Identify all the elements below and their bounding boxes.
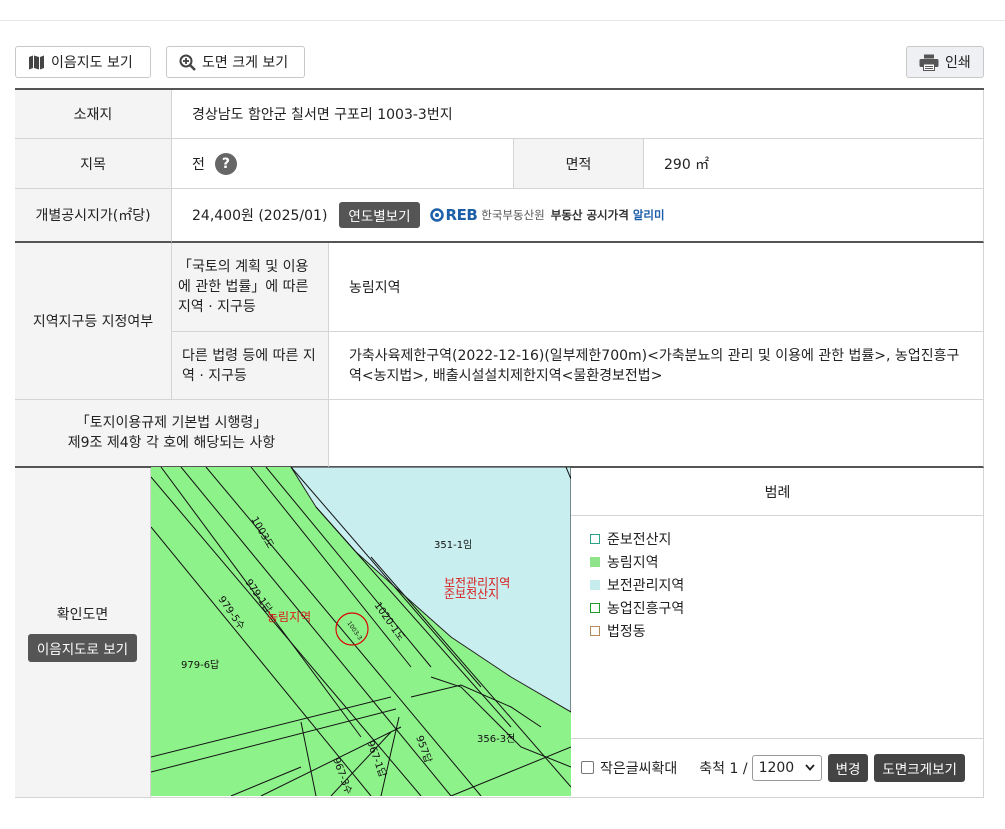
- legend-swatch: [590, 579, 600, 590]
- regulation-header: 「토지이용규제 기본법 시행령」 제9조 제4항 각 호에 해당되는 사항: [15, 400, 328, 468]
- print-label: 인쇄: [945, 55, 971, 71]
- landcat-header-text: 지목: [80, 156, 106, 173]
- legend-swatch: [590, 625, 600, 636]
- price-value-text: 24,400원 (2025/01): [192, 208, 328, 224]
- zone-label-forest: 준보전산지: [444, 587, 499, 601]
- regulation-value: [328, 400, 984, 468]
- map-header: 확인도면 이음지도로 보기: [15, 468, 150, 798]
- area-header-text: 면적: [565, 156, 592, 173]
- price-value: 24,400원 (2025/01) 연도별보기 REB 한국부동산원 부동산 공…: [171, 189, 984, 243]
- land-info-table: 소재지 경상남도 함안군 칠서면 구포리 1003-3번지 지목 전 ? 면적 …: [15, 88, 984, 798]
- scale-select-value: 1200: [758, 759, 795, 776]
- location-value-text: 경상남도 함안군 칠서면 구포리 1003-3번지: [192, 107, 453, 123]
- zone-law2-header-text: 다른 법령 등에 따른 지역 · 지구등: [182, 347, 316, 384]
- parcel-label: 979-6답: [181, 659, 219, 671]
- location-header-text: 소재지: [73, 107, 113, 123]
- reb-service: 부동산 공시가격 알리미: [551, 207, 665, 223]
- zone-header: 지역지구등 지정여부: [15, 243, 171, 400]
- legend-item: 법정동: [590, 619, 684, 642]
- scale-label: 축척 1 /: [699, 760, 748, 777]
- landcat-header: 지목: [15, 139, 171, 189]
- landcat-value: 전 ?: [171, 139, 513, 189]
- top-divider: [0, 20, 1005, 21]
- legend-item: 보전관리지역: [590, 573, 684, 596]
- zone-law2-value-text: 가축사육제한구역(2022-12-16)(일부제한700m)<가축분뇨의 관리 …: [349, 347, 960, 384]
- regulation-header-line2: 제9조 제4항 각 호에 해당되는 사항: [67, 435, 276, 451]
- scale-select[interactable]: 1200: [751, 754, 822, 781]
- legend-label: 법정동: [607, 623, 646, 640]
- small-text-label: 작은글씨확대: [600, 760, 678, 777]
- parcel-label: 351-1임: [434, 538, 472, 551]
- yearly-price-button[interactable]: 연도별보기: [339, 202, 420, 228]
- legend-title: 범례: [571, 468, 984, 516]
- zoom-drawing-button[interactable]: 도면 크게 보기: [166, 46, 305, 78]
- print-button[interactable]: 인쇄: [906, 46, 984, 78]
- regulation-header-line1: 「토지이용규제 기본법 시행령」: [75, 415, 268, 431]
- zoom-drawing-label: 도면 크게 보기: [202, 55, 289, 71]
- legend-label: 농림지역: [607, 554, 659, 571]
- zone-law2-value: 가축사육제한구역(2022-12-16)(일부제한700m)<가축분뇨의 관리 …: [328, 332, 984, 400]
- map-controls: 작은글씨확대 축척 1 / 1200 변경 도면크게보기: [571, 738, 984, 796]
- price-header-text: 개별공시지가(㎡당): [35, 208, 151, 224]
- reb-emblem-icon: [429, 208, 444, 222]
- map-icon: [29, 55, 44, 69]
- zone-law1-header-text: 「국토의 계획 및 이용에 관한 법률」에 따른 지역 · 지구등: [178, 259, 309, 315]
- location-value: 경상남도 함안군 칠서면 구포리 1003-3번지: [171, 90, 984, 139]
- zone-law1-value-text: 농림지역: [349, 280, 401, 296]
- map-view-button[interactable]: 이음지도 보기: [15, 46, 151, 78]
- area-header: 면적: [513, 139, 643, 189]
- open-eum-map-button[interactable]: 이음지도로 보기: [27, 633, 138, 662]
- chevron-down-icon: [804, 764, 815, 771]
- legend-label: 농업진흥구역: [607, 600, 685, 617]
- reb-mark: REB: [445, 206, 478, 224]
- small-text-checkbox[interactable]: [581, 761, 594, 774]
- legend-item: 준보전산지: [590, 527, 684, 550]
- help-icon[interactable]: ?: [214, 152, 237, 175]
- location-header: 소재지: [15, 90, 171, 139]
- landcat-value-text: 전: [192, 156, 205, 173]
- legend-swatch: [590, 533, 600, 544]
- legend-label: 보전관리지역: [607, 577, 685, 594]
- legend-item: 농업진흥구역: [590, 596, 684, 619]
- cadastral-map[interactable]: 351-1임 1003도 979-1답 979-5수 979-6답 1020-1…: [151, 467, 571, 796]
- price-header: 개별공시지가(㎡당): [15, 189, 171, 243]
- legend-item: 농림지역: [590, 550, 684, 573]
- zone-law2-header: 다른 법령 등에 따른 지역 · 지구등: [171, 332, 328, 400]
- reb-service-text: 부동산 공시가격: [550, 208, 629, 222]
- zone-law1-value: 농림지역: [328, 243, 984, 332]
- parcel-label: 356-3전: [477, 733, 515, 745]
- legend-list: 준보전산지농림지역보전관리지역농업진흥구역법정동: [590, 527, 684, 642]
- printer-icon: [919, 54, 939, 71]
- area-value-text: 290 ㎡: [664, 156, 710, 173]
- zone-label-agri: 농림지역: [267, 610, 311, 624]
- zone-law1-header: 「국토의 계획 및 이용에 관한 법률」에 따른 지역 · 지구등: [171, 243, 328, 332]
- legend-swatch: [590, 556, 600, 567]
- reb-service-highlight: 알리미: [632, 208, 665, 222]
- enlarge-drawing-button[interactable]: 도면크게보기: [874, 753, 965, 782]
- legend-label: 준보전산지: [607, 531, 672, 548]
- legend-swatch: [590, 602, 600, 613]
- reb-org: 한국부동산원: [481, 208, 545, 222]
- zoom-in-icon: [179, 54, 196, 71]
- reb-logo[interactable]: REB 한국부동산원 부동산 공시가격 알리미: [429, 206, 665, 224]
- map-header-text: 확인도면: [56, 606, 109, 623]
- zone-header-text: 지역지구등 지정여부: [32, 314, 154, 330]
- change-scale-button[interactable]: 변경: [827, 753, 869, 782]
- area-value: 290 ㎡: [643, 139, 984, 189]
- map-view-label: 이음지도 보기: [51, 55, 133, 71]
